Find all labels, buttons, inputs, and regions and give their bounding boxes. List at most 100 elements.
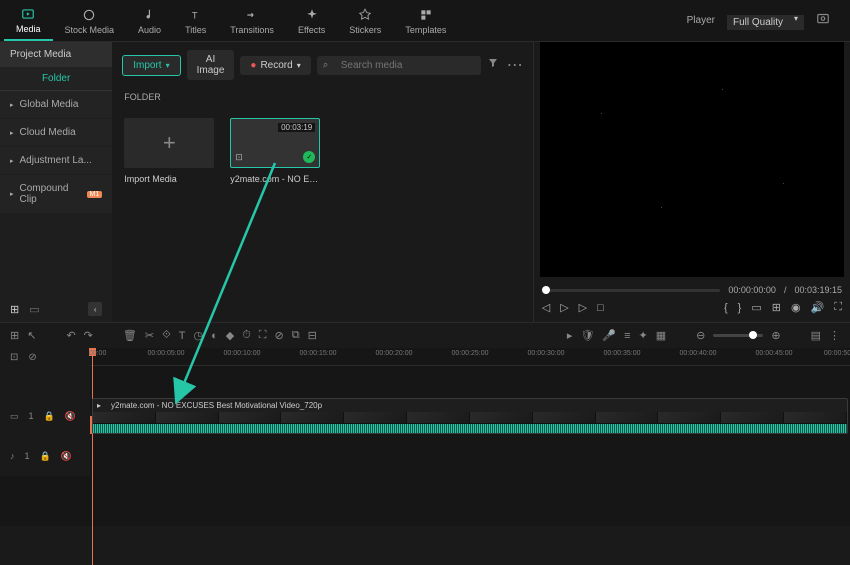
stop-icon[interactable]: □ xyxy=(597,302,604,314)
filter-icon[interactable] xyxy=(487,56,499,74)
video-clip[interactable]: ▸y2mate.com - NO EXCUSES Best Motivation… xyxy=(92,398,848,434)
volume-icon[interactable]: 🔊 xyxy=(811,301,825,314)
play-back-icon[interactable]: ▷ xyxy=(560,301,568,314)
templates-icon xyxy=(419,7,433,23)
timer-icon[interactable]: ⏱ xyxy=(242,329,251,342)
sidebar-item-compound[interactable]: ▸Compound ClipM1 xyxy=(0,175,112,213)
tab-titles[interactable]: T Titles xyxy=(173,0,218,41)
timecode-current: 00:00:00:00 xyxy=(728,285,776,295)
speed-icon[interactable]: ◷ xyxy=(193,329,203,342)
timeline-ruler[interactable]: 00:00 00:00:05:00 00:00:10:00 00:00:15:0… xyxy=(90,348,850,366)
tab-audio-label: Audio xyxy=(138,25,161,35)
stickers-icon xyxy=(358,7,372,23)
zoom-slider[interactable] xyxy=(713,334,763,337)
mark-in-icon[interactable]: { xyxy=(724,302,728,314)
record-button[interactable]: ●Record▾ xyxy=(240,56,310,75)
preview-canvas[interactable] xyxy=(540,42,844,277)
tool-layout-icon[interactable]: ⊞ xyxy=(10,329,19,342)
video-track: ▭ 1 🔒 🔇 ▸y2mate.com - NO EXCUSES Best Mo… xyxy=(0,396,850,436)
zoom-handle[interactable] xyxy=(749,331,757,339)
folder-icon[interactable]: ▭ xyxy=(29,303,39,316)
crop-icon[interactable]: ⟐ xyxy=(162,329,171,342)
media-name: Import Media xyxy=(124,174,214,184)
timeline-side-head: ⊡ ⊘ xyxy=(0,348,90,366)
caret-icon: ▸ xyxy=(10,101,14,109)
link-icon[interactable]: ⊟ xyxy=(308,329,317,342)
render-icon[interactable]: ▸ xyxy=(567,329,573,342)
delete-icon[interactable]: 🗑 xyxy=(123,329,137,342)
preview-panel: 00:00:00:00 / 00:03:19:15 ◁ ▷ ▷ □ { } ▭ … xyxy=(533,42,850,322)
cut-icon[interactable]: ✂ xyxy=(145,329,154,342)
snap-icon[interactable]: ▦ xyxy=(656,329,666,342)
sidebar-tab-folder[interactable]: Folder xyxy=(0,67,112,91)
quality-select[interactable]: Full Quality xyxy=(727,15,804,30)
check-icon: ✓ xyxy=(303,151,315,163)
svg-text:T: T xyxy=(192,10,198,20)
camera-icon[interactable]: ◉ xyxy=(791,301,801,314)
ruler-tick: 00:00:25:00 xyxy=(452,350,489,357)
import-media-item[interactable]: + Import Media xyxy=(124,118,214,184)
voiceover-icon[interactable]: 🛡 xyxy=(580,329,594,342)
clip-thumb[interactable]: 00:03:19 ⊡ ✓ xyxy=(230,118,320,168)
tab-transitions[interactable]: Transitions xyxy=(218,0,286,41)
link-icon[interactable]: ⊘ xyxy=(28,352,36,363)
chevron-down-icon: ▾ xyxy=(166,61,170,70)
more-tl-icon[interactable]: ⋮ xyxy=(829,329,840,342)
import-button[interactable]: Import▾ xyxy=(122,55,180,76)
mic-icon[interactable]: 🎤 xyxy=(602,329,616,342)
tab-stock-media[interactable]: Stock Media xyxy=(53,0,127,41)
prev-frame-icon[interactable]: ◁ xyxy=(542,301,550,314)
sidebar-item-label: Global Media xyxy=(20,99,79,110)
lock-icon[interactable]: 🔒 xyxy=(44,411,55,422)
tool-icon[interactable]: ⊘ xyxy=(275,329,284,342)
view-icon[interactable]: ▤ xyxy=(811,329,821,342)
track-toggle-icon[interactable]: ⊡ xyxy=(10,352,18,363)
audio-track-icon[interactable]: ♪ xyxy=(10,451,15,461)
collapse-icon[interactable]: ‹ xyxy=(88,302,102,316)
tool-select-icon[interactable]: ↖ xyxy=(27,329,36,342)
snapshot-icon[interactable] xyxy=(816,11,830,30)
zoom-in-icon[interactable]: ⊕ xyxy=(771,329,780,342)
lock-icon[interactable]: 🔒 xyxy=(40,451,51,462)
mute-icon[interactable]: 🔇 xyxy=(61,451,72,462)
undo-icon[interactable]: ↶ xyxy=(66,329,75,342)
ai-image-button[interactable]: AI Image xyxy=(187,50,235,80)
fullscreen-icon[interactable]: ⛶ xyxy=(834,301,842,314)
import-thumb[interactable]: + xyxy=(124,118,214,168)
progress-bar[interactable] xyxy=(542,289,721,292)
tab-templates[interactable]: Templates xyxy=(393,0,458,41)
settings-icon[interactable]: ⊞ xyxy=(772,301,781,314)
mute-icon[interactable]: 🔇 xyxy=(65,411,76,422)
search-input[interactable] xyxy=(317,56,481,75)
marker-icon[interactable]: ✦ xyxy=(639,329,648,342)
expand-icon[interactable]: ⛶ xyxy=(259,329,267,342)
tab-stock-label: Stock Media xyxy=(65,25,115,35)
color-icon[interactable]: ◐ xyxy=(211,330,218,342)
redo-icon[interactable]: ↷ xyxy=(84,329,93,342)
folder-label: FOLDER xyxy=(112,88,532,106)
timecode-total: 00:03:19:15 xyxy=(794,285,842,295)
video-track-icon[interactable]: ▭ xyxy=(10,411,19,422)
tab-stickers[interactable]: Stickers xyxy=(337,0,393,41)
progress-handle[interactable] xyxy=(542,286,550,294)
text-icon[interactable]: T xyxy=(179,330,186,342)
mixer-icon[interactable]: ≡ xyxy=(624,330,630,342)
sidebar-item-global[interactable]: ▸ Global Media xyxy=(0,91,112,118)
tab-effects[interactable]: Effects xyxy=(286,0,337,41)
ratio-icon[interactable]: ▭ xyxy=(751,301,761,314)
keyframe-icon[interactable]: ◆ xyxy=(226,329,234,342)
mark-out-icon[interactable]: } xyxy=(738,302,742,314)
tab-media[interactable]: Media xyxy=(4,0,53,41)
tab-media-label: Media xyxy=(16,24,41,34)
more-icon[interactable]: ⋯ xyxy=(507,55,523,75)
sidebar-item-cloud[interactable]: ▸Cloud Media xyxy=(0,119,112,146)
group-icon[interactable]: ⧉ xyxy=(292,329,300,342)
tab-audio[interactable]: Audio xyxy=(126,0,173,41)
top-tabs: Media Stock Media Audio T Titles Transit… xyxy=(0,0,850,42)
folder-add-icon[interactable]: ⊞ xyxy=(10,303,19,316)
media-clip-item[interactable]: 00:03:19 ⊡ ✓ y2mate.com - NO EXC... xyxy=(230,118,320,184)
play-icon[interactable]: ▷ xyxy=(579,301,587,314)
tab-effects-label: Effects xyxy=(298,25,325,35)
sidebar-item-adjustment[interactable]: ▸Adjustment La... xyxy=(0,147,112,174)
zoom-out-icon[interactable]: ⊖ xyxy=(696,329,705,342)
